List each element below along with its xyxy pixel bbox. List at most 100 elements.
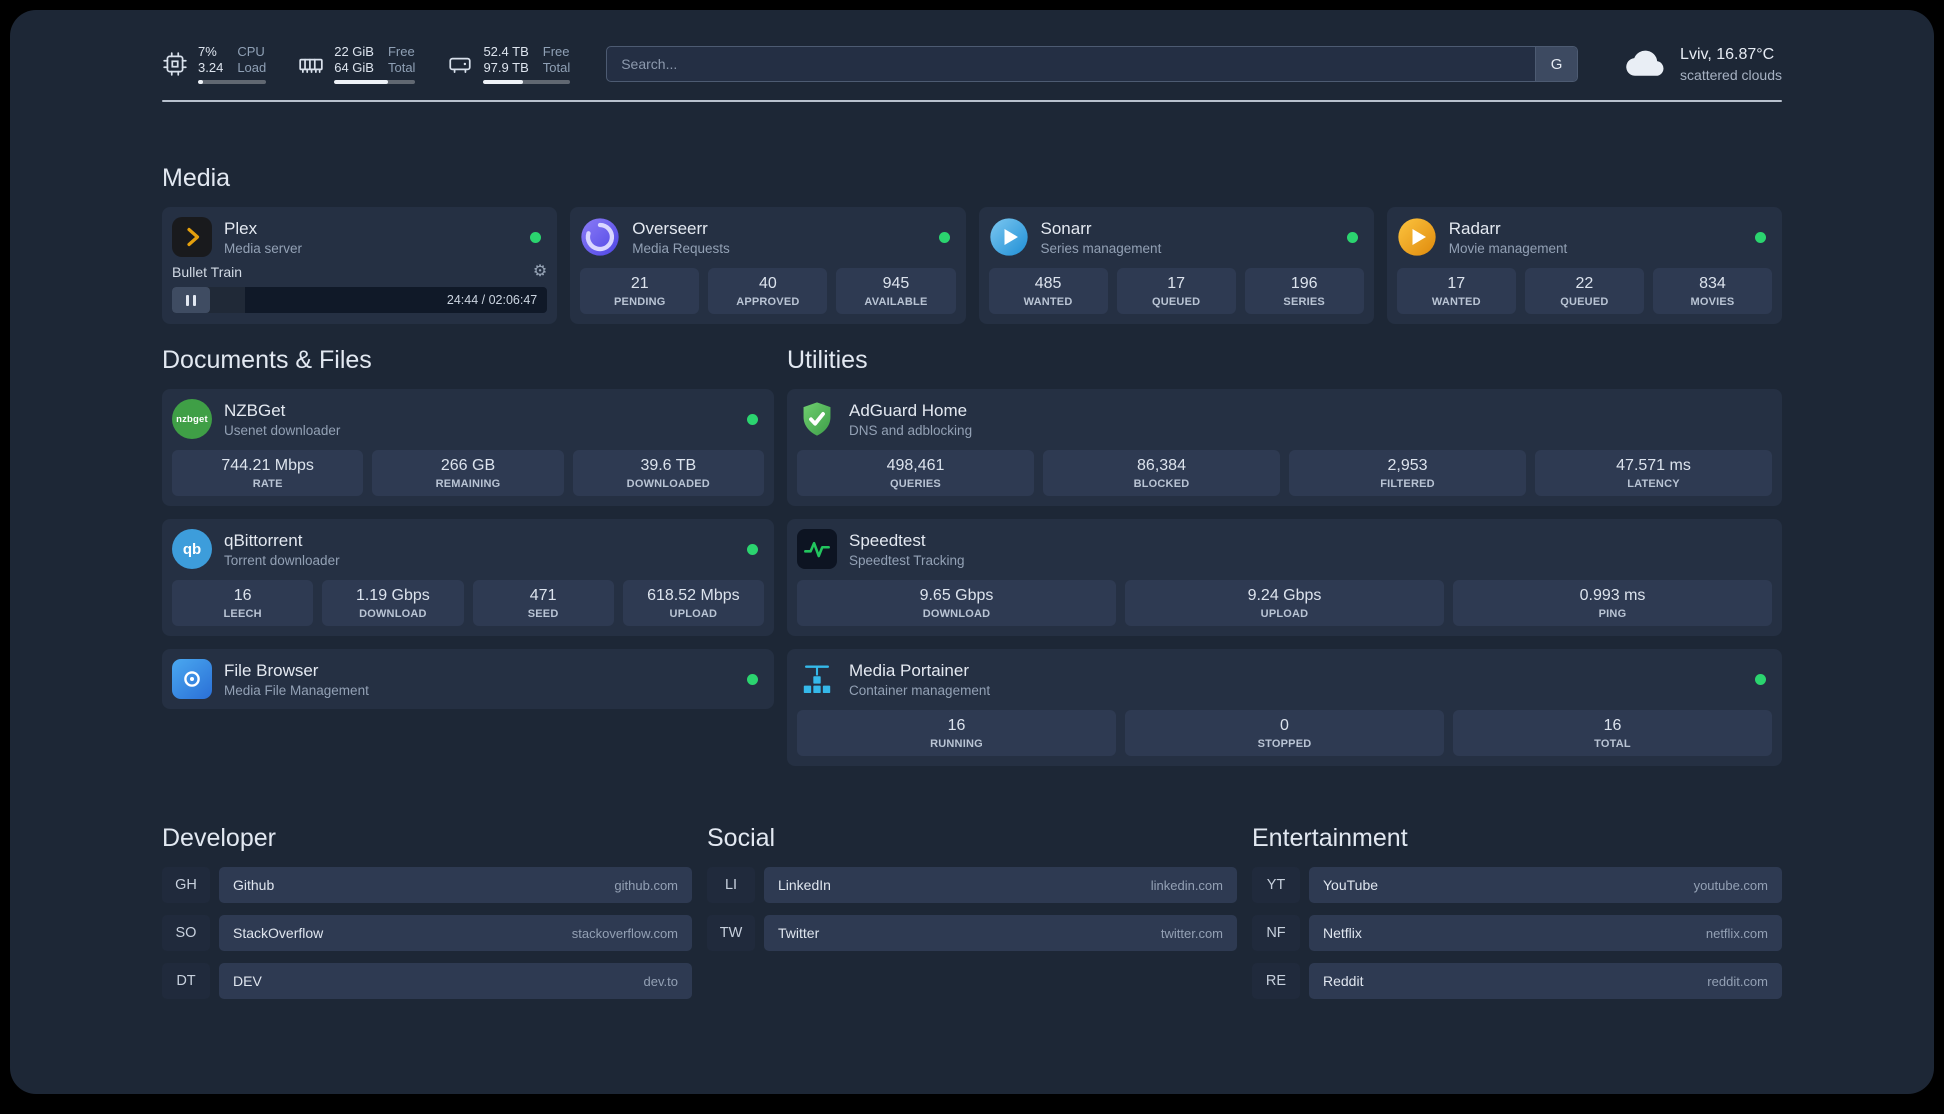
service-name: qBittorrent (224, 530, 303, 550)
dashboard-content: 7% CPU 3.24 Load 22 GiB Free 64 GiB Tota… (162, 10, 1782, 1011)
bookmark-group-social: Social LI LinkedIn linkedin.com TW Twitt… (707, 824, 1237, 963)
resource-disk: 52.4 TB Free 97.9 TB Total (447, 44, 571, 84)
service-card-speedtest[interactable]: Speedtest Speedtest Tracking 9.65 Gbps DO… (787, 519, 1782, 636)
qbittorrent-icon: qb (172, 529, 212, 569)
cpu-percent: 7% (198, 44, 217, 59)
service-name: Overseerr (632, 218, 708, 238)
stat-tile: 0 STOPPED (1125, 710, 1444, 756)
service-subtitle: Speedtest Tracking (849, 552, 965, 568)
stat-tile: 0.993 ms PING (1453, 580, 1772, 626)
service-name: File Browser (224, 660, 319, 680)
service-card-plex[interactable]: Plex Media server Bullet Train ⚙ 24:44 /… (162, 207, 558, 324)
resource-memory: 22 GiB Free 64 GiB Total (298, 44, 416, 84)
bookmark-youtube[interactable]: YT YouTube youtube.com (1252, 867, 1782, 903)
utilities-column: Utilities AdGuard Home DNS and adblockin… (787, 346, 1782, 766)
bookmark-linkedin[interactable]: LI LinkedIn linkedin.com (707, 867, 1237, 903)
bookmark-github[interactable]: GH Github github.com (162, 867, 692, 903)
service-card-sonarr[interactable]: Sonarr Series management 485 WANTED 17 QUE… (978, 207, 1374, 324)
memory-free-value: 22 GiB (334, 44, 374, 59)
status-dot (938, 231, 950, 243)
search-input[interactable] (607, 47, 1536, 81)
bookmark-twitter[interactable]: TW Twitter twitter.com (707, 915, 1237, 951)
disk-total-value: 97.9 TB (483, 60, 529, 75)
status-dot (530, 231, 542, 243)
memory-label-2: Total (387, 60, 416, 75)
radarr-icon (1397, 217, 1437, 257)
cpu-label-1: CPU (237, 44, 265, 59)
speedtest-icon (797, 529, 837, 569)
media-grid: Plex Media server Bullet Train ⚙ 24:44 /… (162, 207, 1782, 324)
service-subtitle: Media server (224, 240, 303, 256)
bookmark-stackoverflow[interactable]: SO StackOverflow stackoverflow.com (162, 915, 692, 951)
plex-icon (172, 217, 212, 257)
service-subtitle: DNS and adblocking (849, 422, 973, 438)
resource-widgets: 7% CPU 3.24 Load 22 GiB Free 64 GiB Tota… (162, 44, 571, 84)
bookmark-abbr: YT (1252, 867, 1300, 903)
section-title-media: Media (162, 164, 231, 192)
bookmark-abbr: DT (162, 963, 210, 999)
bookmark-abbr: SO (162, 915, 210, 951)
service-card-adguard[interactable]: AdGuard Home DNS and adblocking 498,461 Q… (787, 389, 1782, 506)
service-subtitle: Media Requests (632, 240, 730, 256)
service-name: AdGuard Home (849, 400, 968, 420)
service-card-nzbget[interactable]: nzbget NZBGet Usenet downloader 744.21 M… (162, 389, 774, 506)
header-divider (162, 100, 1782, 102)
stat-tile: 196 SERIES (1244, 268, 1364, 314)
stat-tile: 266 GB REMAINING (372, 450, 564, 496)
search-bar: G (606, 46, 1579, 82)
resource-cpu: 7% CPU 3.24 Load (162, 44, 267, 84)
service-card-filebrowser[interactable]: File Browser Media File Management (162, 649, 774, 709)
top-bar: 7% CPU 3.24 Load 22 GiB Free 64 GiB Tota… (162, 44, 1782, 84)
service-card-qbittorrent[interactable]: qb qBittorrent Torrent downloader 16 LEEC… (162, 519, 774, 636)
playback-time: 24:44 / 02:06:47 (446, 293, 538, 307)
bookmark-dev[interactable]: DT DEV dev.to (162, 963, 692, 999)
cpu-label-2: Load (237, 60, 267, 75)
cloud-icon (1624, 46, 1668, 83)
stat-tile: 485 WANTED (988, 268, 1108, 314)
stat-tile: 47.571 ms LATENCY (1535, 450, 1772, 496)
bookmark-name: Twitter (778, 925, 820, 941)
media-progress-bar[interactable]: 24:44 / 02:06:47 (172, 287, 548, 313)
status-dot (1346, 231, 1358, 243)
bookmarks-area: Developer GH Github github.com SO StackO… (162, 824, 1782, 1011)
search-provider-button[interactable]: G (1535, 47, 1578, 81)
bookmark-name: DEV (233, 973, 262, 989)
service-name: Radarr (1448, 218, 1501, 238)
weather-location: Lviv, 16.87°C (1680, 45, 1775, 63)
sonarr-icon (989, 217, 1029, 257)
service-card-radarr[interactable]: Radarr Movie management 17 WANTED 22 QUEUE… (1386, 207, 1782, 324)
stat-tile: 16 LEECH (172, 580, 314, 626)
service-card-overseerr[interactable]: Overseerr Media Requests 21 PENDING 40 APP… (570, 207, 966, 324)
cpu-icon (162, 51, 188, 77)
bookmark-group-entertainment: Entertainment YT YouTube youtube.com NF … (1252, 824, 1782, 1011)
disk-progress-bar (483, 80, 571, 84)
stat-tile: 21 PENDING (580, 268, 700, 314)
cpu-load-value: 3.24 (198, 60, 224, 75)
service-name: Sonarr (1040, 218, 1092, 238)
memory-progress-bar (334, 80, 416, 84)
memory-label-1: Free (387, 44, 415, 59)
section-title-utilities: Utilities (787, 346, 868, 374)
bookmark-name: Reddit (1323, 973, 1364, 989)
bookmark-abbr: TW (707, 915, 755, 951)
bookmark-netflix[interactable]: NF Netflix netflix.com (1252, 915, 1782, 951)
bookmark-reddit[interactable]: RE Reddit reddit.com (1252, 963, 1782, 999)
service-subtitle: Torrent downloader (224, 552, 340, 568)
gear-icon[interactable]: ⚙ (533, 264, 547, 280)
stat-tile: 22 QUEUED (1524, 268, 1644, 314)
bookmark-url: netflix.com (1705, 925, 1768, 941)
cpu-progress-bar (198, 80, 267, 84)
disk-icon (447, 51, 473, 77)
bookmark-name: Netflix (1323, 925, 1362, 941)
service-name: Speedtest (849, 530, 926, 550)
weather-widget[interactable]: Lviv, 16.87°C scattered clouds (1624, 46, 1782, 83)
bookmark-url: reddit.com (1707, 973, 1768, 989)
bookmark-abbr: NF (1252, 915, 1300, 951)
stat-tile: 618.52 Mbps UPLOAD (622, 580, 764, 626)
adguard-icon (797, 399, 837, 439)
bookmark-name: StackOverflow (233, 925, 324, 941)
status-dot (747, 413, 758, 425)
pause-button[interactable] (172, 287, 210, 313)
stat-tile: 16 TOTAL (1453, 710, 1772, 756)
service-card-portainer[interactable]: Media Portainer Container management 16 R… (787, 649, 1782, 766)
